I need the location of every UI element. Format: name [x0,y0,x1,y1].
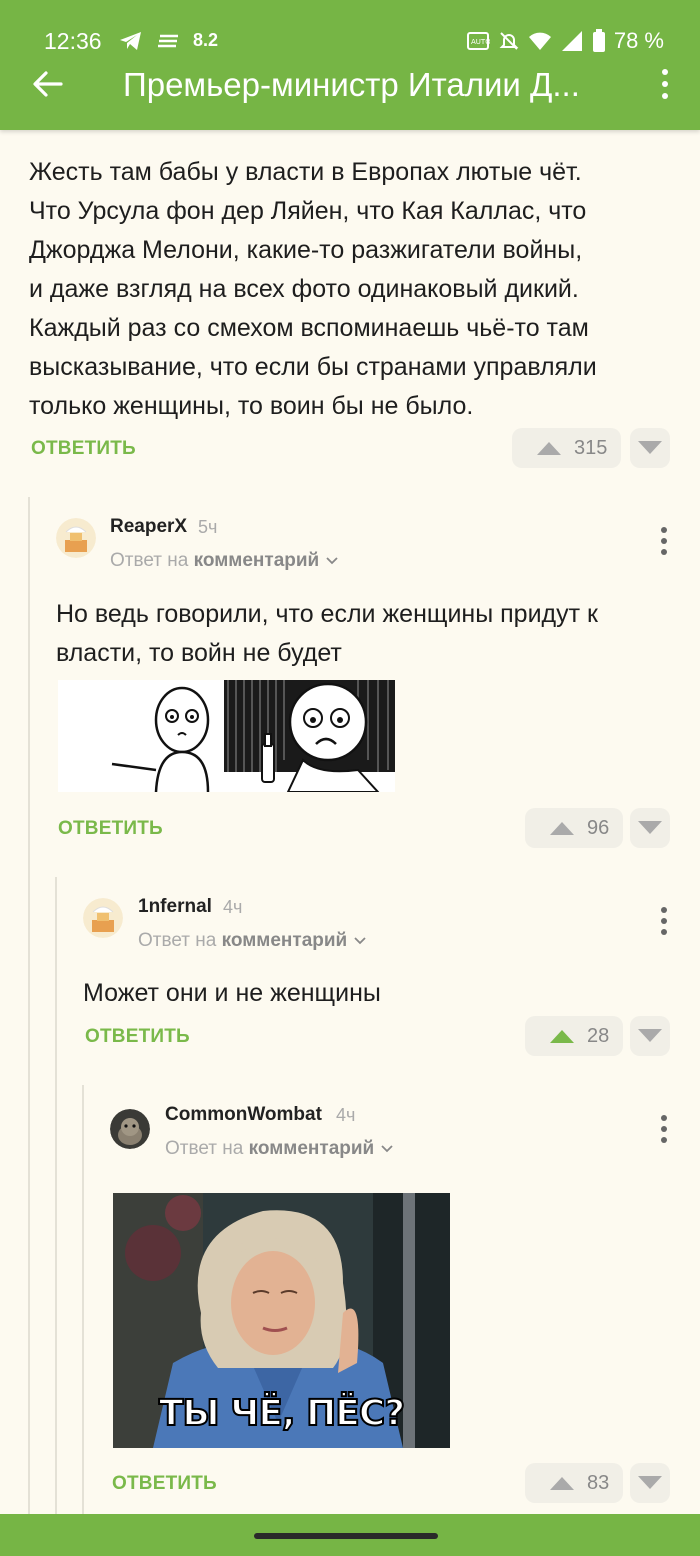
reply-button[interactable]: ОТВЕТИТЬ [31,438,136,460]
wombat-avatar-icon [110,1109,150,1149]
upvote-icon [550,822,574,835]
downvote-icon [638,1029,662,1042]
reply-to-link[interactable]: Ответ на комментарий [138,930,367,952]
bell-off-icon [499,32,519,50]
comment-line: власти, то войн не будет [56,639,342,667]
upvote-button[interactable]: 96 [525,808,624,848]
comment-image-comic[interactable] [58,680,395,792]
battery-percent: 78 % [613,28,664,53]
avatar[interactable] [83,898,123,938]
comment-author[interactable]: CommonWombat [165,1104,322,1126]
back-arrow-icon[interactable] [30,66,66,102]
default-avatar-icon [56,518,96,558]
comment-age: 4ч [223,897,243,917]
gesture-handle[interactable] [254,1533,438,1539]
reply-to-prefix: Ответ на [165,1138,244,1159]
vote-count: 28 [587,1024,610,1047]
app-bar: 12:36 8.2 AUTO 78 % Премьер-министр Итал… [0,0,700,130]
downvote-icon [638,441,662,454]
comment-author[interactable]: ReaperX [110,516,187,538]
thread-line [82,1085,84,1514]
avatar[interactable] [56,518,96,558]
downvote-button[interactable] [630,1016,670,1056]
vote-count: 96 [587,816,610,839]
chevron-down-icon [380,1145,393,1153]
thread-line [55,877,57,1514]
upvote-icon [537,442,561,455]
downvote-button[interactable] [630,808,670,848]
downvote-button[interactable] [630,428,670,468]
status-icons: AUTO 78 % [466,28,664,54]
chevron-down-icon [325,557,338,565]
svg-text:AUTO: AUTO [471,38,490,46]
toolbar: Премьер-министр Италии Д... [0,58,700,118]
downvote-icon [638,1476,662,1489]
upvote-button[interactable]: 83 [525,1463,624,1503]
overflow-menu-icon[interactable] [660,66,670,102]
reply-to-target[interactable]: комментарий [194,550,320,571]
comment-menu-icon[interactable] [659,1114,669,1144]
reply-button[interactable]: ОТВЕТИТЬ [58,818,163,840]
navigation-bar [0,1514,700,1556]
comment-line: и даже взгляд на всех фото одинаковый ди… [29,275,579,303]
chevron-down-icon [353,937,366,945]
telegram-icon [120,32,141,50]
comment-line: Может они и не женщины [83,979,381,1007]
image-caption: ТЫ ЧЁ, ПЁС? [158,1392,406,1435]
comment-image-photo[interactable]: ТЫ ЧЁ, ПЁС? [113,1193,450,1448]
comment-text: Жесть там бабы у власти в Европах лютые … [29,153,679,426]
battery-icon [592,29,605,52]
reply-to-link[interactable]: Ответ на комментарий [165,1138,394,1160]
comment-menu-icon[interactable] [659,526,669,556]
comment-line: Жесть там бабы у власти в Европах лютые … [29,158,582,186]
downvote-icon [638,821,662,834]
comment-line: высказывание, что если бы странами управ… [29,353,597,381]
comment-menu-icon[interactable] [659,906,669,936]
page-title: Премьер-министр Италии Д... [123,66,580,103]
speed-indicator: 8.2 [193,30,219,50]
thread-line [28,497,30,1514]
default-avatar-icon [83,898,123,938]
upvote-icon-active [550,1030,574,1043]
comment-line: только женщины, то воин бы не было. [29,392,474,420]
signal-icon [561,31,582,51]
wifi-icon [528,32,551,50]
status-time: 12:36 [44,28,102,54]
reply-button[interactable]: ОТВЕТИТЬ [85,1026,190,1048]
notes-icon [158,34,178,48]
comment-age: 4ч [336,1105,356,1125]
avatar[interactable] [110,1109,150,1149]
comment-line: Каждый раз со смехом вспоминаешь чьё-то … [29,314,589,342]
upvote-button[interactable]: 315 [512,428,622,468]
upvote-icon [550,1477,574,1490]
reply-to-link[interactable]: Ответ на комментарий [110,550,339,572]
comment-line: Джорджа Мелони, какие-то разжигатели вой… [29,236,583,264]
vote-count: 315 [574,436,608,459]
downvote-button[interactable] [630,1463,670,1503]
reply-to-prefix: Ответ на [110,550,189,571]
comment-line: Но ведь говорили, что если женщины приду… [56,600,598,628]
comment-age: 5ч [198,517,218,537]
comment-text: Но ведь говорили, что если женщины приду… [56,595,676,673]
reply-button[interactable]: ОТВЕТИТЬ [112,1473,217,1495]
comment-text: Может они и не женщины [83,974,673,1013]
reply-to-prefix: Ответ на [138,930,217,951]
comment-author[interactable]: 1nfernal [138,896,212,918]
comment-line: Что Урсула фон дер Ляйен, что Кая Каллас… [29,197,587,225]
reply-to-target[interactable]: комментарий [249,1138,375,1159]
vote-count: 83 [587,1471,610,1494]
auto-hd-icon: AUTO [466,32,490,50]
reply-to-target[interactable]: комментарий [222,930,348,951]
upvote-button[interactable]: 28 [525,1016,624,1056]
